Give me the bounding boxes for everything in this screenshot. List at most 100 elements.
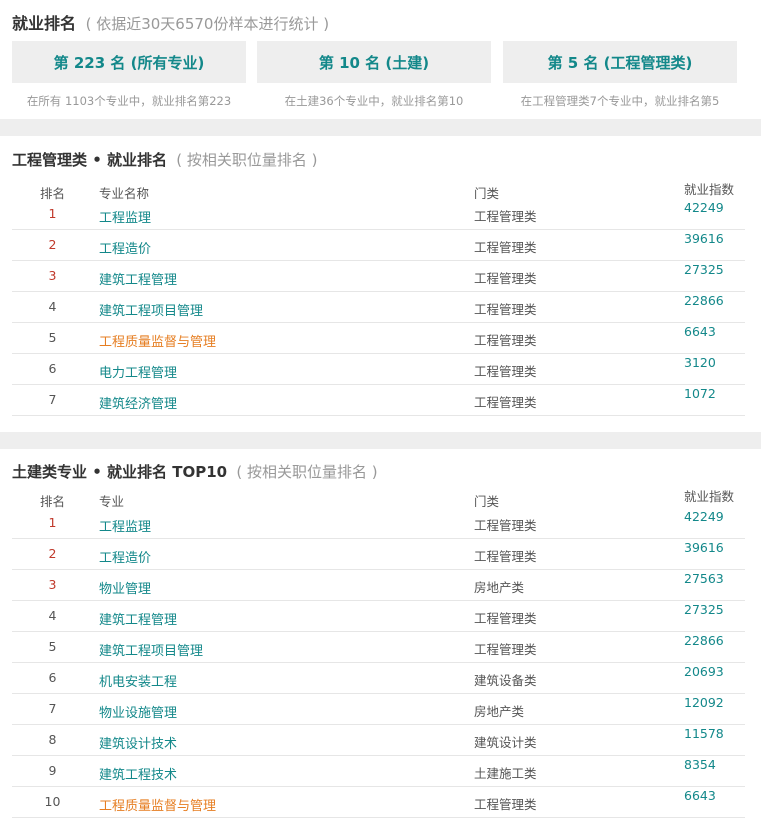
row-category: 工程管理类	[474, 240, 537, 255]
table-row: 9 建筑工程技术 土建施工类 8354	[12, 756, 745, 787]
row-category: 房地产类	[474, 580, 525, 595]
row-category: 工程管理类	[474, 364, 537, 379]
employment-index: 27563	[684, 571, 724, 586]
row-rank: 5	[48, 330, 57, 345]
major-name-link[interactable]: 物业设施管理	[99, 702, 177, 721]
row-rank: 4	[48, 608, 57, 623]
row-category: 工程管理类	[474, 518, 537, 533]
rank-note-all: 在所有 1103个专业中，就业排名第223	[26, 94, 232, 108]
employment-index: 11578	[684, 726, 724, 741]
table-row: 7 物业设施管理 房地产类 12092	[12, 694, 745, 725]
major-name-link[interactable]: 建筑工程项目管理	[99, 300, 203, 319]
major-name-link[interactable]: 工程质量监督与管理	[99, 795, 216, 814]
row-rank: 3	[48, 268, 57, 283]
major-name-link[interactable]: 工程监理	[99, 516, 151, 535]
rank-note-category: 在工程管理类7个专业中，就业排名第5	[520, 94, 720, 108]
table-row: 2 工程造价 工程管理类 39616	[12, 230, 745, 261]
row-category: 工程管理类	[474, 797, 537, 812]
row-category: 房地产类	[474, 704, 525, 719]
row-rank: 7	[48, 392, 57, 407]
table-row: 4 建筑工程项目管理 工程管理类 22866	[12, 292, 745, 323]
major-name-link[interactable]: 建筑经济管理	[99, 393, 177, 412]
row-rank: 5	[48, 639, 57, 654]
employment-index: 1072	[684, 386, 716, 401]
major-name-link[interactable]: 建筑设计技术	[99, 733, 177, 752]
table-row: 6 机电安装工程 建筑设备类 20693	[12, 663, 745, 694]
table-row: 3 物业管理 房地产类 27563	[12, 570, 745, 601]
employment-index: 3120	[684, 355, 716, 370]
row-rank: 9	[48, 763, 57, 778]
row-category: 工程管理类	[474, 395, 537, 410]
table-row: 5 工程质量监督与管理 工程管理类 6643	[12, 323, 745, 354]
table-row: 4 建筑工程管理 工程管理类 27325	[12, 601, 745, 632]
employment-index: 6643	[684, 788, 716, 803]
row-rank: 4	[48, 299, 57, 314]
table-row: 6 电力工程管理 工程管理类 3120	[12, 354, 745, 385]
employment-index: 22866	[684, 633, 724, 648]
row-rank: 6	[48, 361, 57, 376]
major-name-link[interactable]: 工程质量监督与管理	[99, 331, 216, 350]
table-row: 5 建筑工程项目管理 工程管理类 22866	[12, 632, 745, 663]
section-subtitle: ( 按相关职位量排名 )	[176, 151, 318, 169]
major-name-link[interactable]: 建筑工程管理	[99, 269, 177, 288]
major-name-link[interactable]: 工程造价	[99, 238, 151, 257]
employment-index: 27325	[684, 602, 724, 617]
row-category: 工程管理类	[474, 611, 537, 626]
employment-index: 8354	[684, 757, 716, 772]
major-name-link[interactable]: 工程造价	[99, 547, 151, 566]
rank-note-civil: 在土建36个专业中，就业排名第10	[284, 94, 464, 108]
employment-index: 22866	[684, 293, 724, 308]
table-row: 1 工程监理 工程管理类 42249	[12, 508, 745, 539]
section-title-text: 工程管理类 • 就业排名	[12, 151, 168, 169]
section-subtitle: ( 按相关职位量排名 )	[236, 463, 378, 481]
row-rank: 6	[48, 670, 57, 685]
employment-index: 39616	[684, 231, 724, 246]
row-rank: 10	[44, 794, 61, 809]
employment-index: 42249	[684, 200, 724, 215]
row-category: 工程管理类	[474, 271, 537, 286]
employment-index: 39616	[684, 540, 724, 555]
table-row: 1 工程监理 工程管理类 42249	[12, 199, 745, 230]
row-category: 工程管理类	[474, 642, 537, 657]
major-name-link[interactable]: 建筑工程项目管理	[99, 640, 203, 659]
rank-card-civil[interactable]: 第 10 名 (土建)	[257, 41, 491, 83]
major-name-link[interactable]: 物业管理	[99, 578, 151, 597]
major-name-link[interactable]: 工程监理	[99, 207, 151, 226]
major-name-link[interactable]: 电力工程管理	[99, 362, 177, 381]
employment-index: 6643	[684, 324, 716, 339]
table-row: 7 建筑经济管理 工程管理类 1072	[12, 385, 745, 416]
row-rank: 1	[48, 515, 57, 530]
header-index: 就业指数	[684, 182, 735, 197]
employment-index: 42249	[684, 509, 724, 524]
ranking-summary: 就业排名 ( 依据近30天6570份样本进行统计 ) 第 223 名 (所有专业…	[0, 0, 761, 119]
table-row: 3 建筑工程管理 工程管理类 27325	[12, 261, 745, 292]
summary-subtitle: ( 依据近30天6570份样本进行统计 )	[85, 15, 330, 33]
table-row: 8 建筑设计技术 建筑设计类 11578	[12, 725, 745, 756]
table-row: 2 工程造价 工程管理类 39616	[12, 539, 745, 570]
employment-index: 27325	[684, 262, 724, 277]
section-title: 土建类专业 • 就业排名 TOP10 ( 按相关职位量排名 )	[12, 461, 378, 482]
section-title-text: 土建类专业 • 就业排名 TOP10	[12, 463, 228, 481]
row-rank: 2	[48, 237, 57, 252]
category-ranking-section: 工程管理类 • 就业排名 ( 按相关职位量排名 ) 排名 专业名称 门类 就业指…	[0, 136, 761, 432]
row-category: 土建施工类	[474, 766, 537, 781]
row-rank: 8	[48, 732, 57, 747]
major-name-link[interactable]: 建筑工程技术	[99, 764, 177, 783]
summary-title: 就业排名 ( 依据近30天6570份样本进行统计 )	[12, 10, 329, 34]
row-category: 建筑设计类	[474, 735, 537, 750]
header-index: 就业指数	[684, 489, 735, 504]
section-divider	[0, 119, 761, 136]
row-rank: 7	[48, 701, 57, 716]
civil-top10-section: 土建类专业 • 就业排名 TOP10 ( 按相关职位量排名 ) 排名 专业 门类…	[0, 449, 761, 819]
summary-title-text: 就业排名	[12, 14, 77, 33]
major-name-link[interactable]: 机电安装工程	[99, 671, 177, 690]
major-name-link[interactable]: 建筑工程管理	[99, 609, 177, 628]
rank-card-category[interactable]: 第 5 名 (工程管理类)	[503, 41, 737, 83]
row-category: 工程管理类	[474, 209, 537, 224]
row-rank: 3	[48, 577, 57, 592]
row-category: 工程管理类	[474, 549, 537, 564]
table-row: 10 工程质量监督与管理 工程管理类 6643	[12, 787, 745, 818]
rank-card-all[interactable]: 第 223 名 (所有专业)	[12, 41, 246, 83]
section-title: 工程管理类 • 就业排名 ( 按相关职位量排名 )	[12, 149, 318, 170]
row-category: 建筑设备类	[474, 673, 537, 688]
